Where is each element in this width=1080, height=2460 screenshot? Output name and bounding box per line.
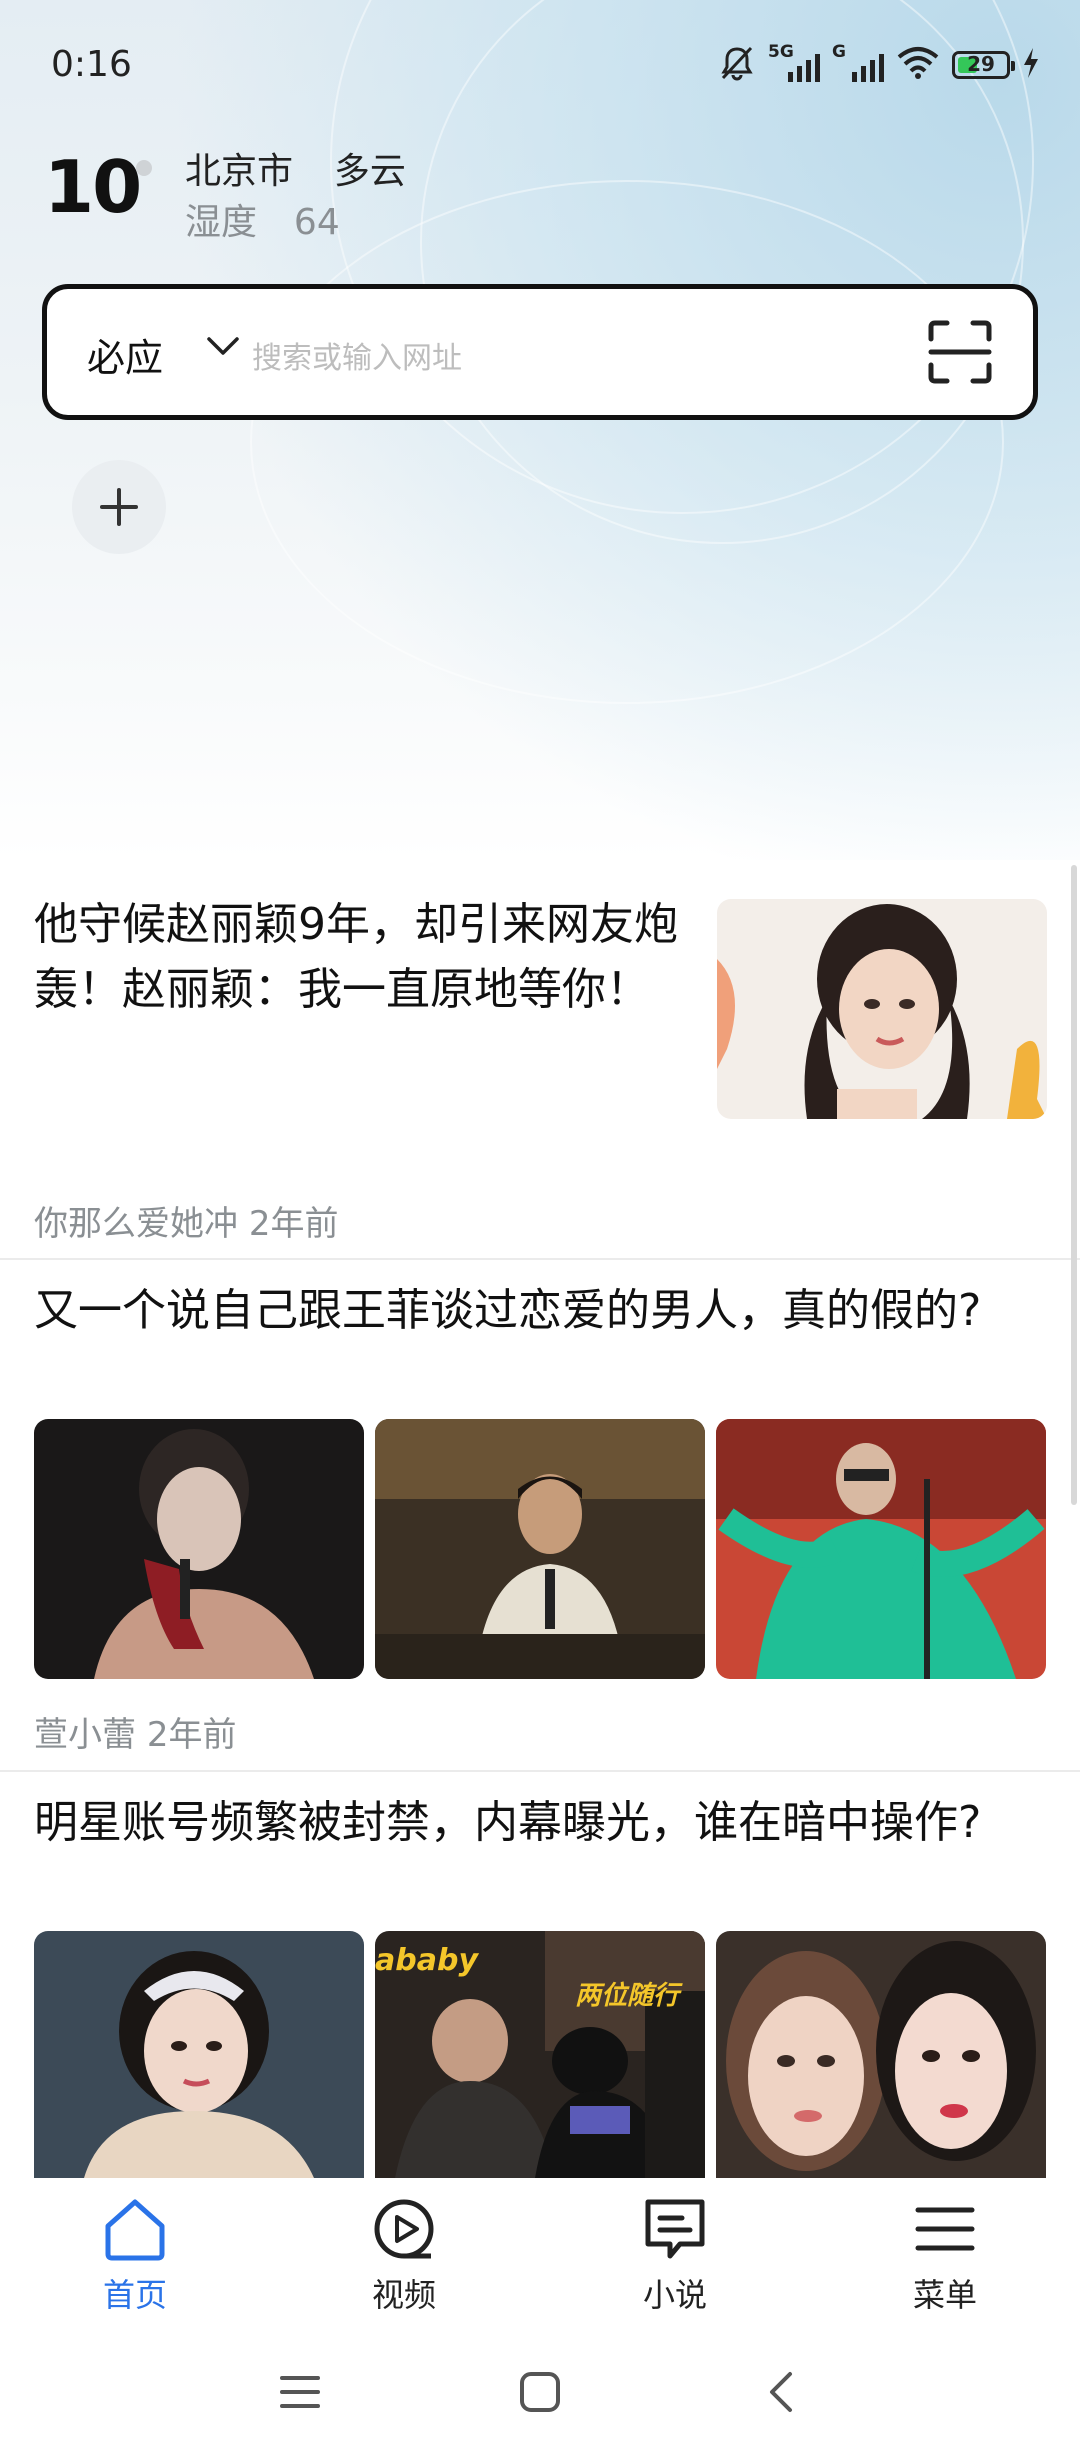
news-title[interactable]: 明星账号频繁被封禁，内幕曝光，谁在暗中操作? (34, 1790, 1044, 1855)
system-navigation-bar (0, 2328, 1080, 2460)
nav-home-label: 首页 (102, 2276, 167, 2314)
news-thumbnail[interactable] (375, 1419, 705, 1679)
scrollbar[interactable] (1071, 865, 1077, 1505)
battery-icon: 29 (952, 51, 1015, 79)
charging-icon (1022, 47, 1040, 83)
news-time: 2年前 (248, 1204, 339, 1244)
news-thumbnail[interactable]: ababy 两位随行 (375, 1931, 705, 2178)
nav-video[interactable]: 视频 (329, 2196, 479, 2316)
wifi-icon (896, 46, 940, 84)
video-icon (374, 2199, 434, 2259)
nav-menu[interactable]: 菜单 (870, 2196, 1020, 2316)
search-engine-selector[interactable]: 必应 (87, 327, 163, 382)
chevron-down-icon[interactable] (205, 331, 241, 365)
nav-novel-label: 小说 (642, 2276, 707, 2314)
scan-icon[interactable] (927, 319, 993, 389)
divider (0, 1258, 1080, 1260)
divider (0, 1770, 1080, 1772)
search-box[interactable]: 必应 搜索或输入网址 (42, 284, 1038, 420)
nav-home[interactable]: 首页 (60, 2196, 210, 2316)
status-icons: 5G G 29 (718, 42, 1040, 88)
search-input[interactable]: 搜索或输入网址 (252, 333, 462, 377)
weather-city: 北京市 (185, 151, 294, 192)
news-thumbnail[interactable] (717, 899, 1047, 1119)
home-icon (105, 2199, 165, 2261)
recent-apps-icon[interactable] (278, 2370, 322, 2418)
novel-icon (645, 2199, 705, 2259)
news-source: 萱小蕾 (34, 1715, 136, 1755)
status-time: 0:16 (51, 44, 132, 85)
humidity-value: 64 (293, 202, 340, 243)
weather-humidity: 湿度 64 (185, 193, 340, 245)
signal-5g-icon: 5G (768, 42, 820, 82)
status-bar: 0:16 5G G 29 (0, 0, 1080, 135)
news-title[interactable]: 他守候赵丽颖9年，却引来网友炮轰！赵丽颖：我一直原地等你！ (34, 892, 694, 1022)
thumbnail-overlay-text: ababy (375, 1943, 478, 1978)
home-button-icon[interactable] (518, 2370, 562, 2418)
humidity-label: 湿度 (185, 202, 258, 243)
weather-condition: 多云 (333, 151, 406, 192)
nav-novel[interactable]: 小说 (600, 2196, 750, 2316)
news-meta: 萱小蕾 2年前 (34, 1707, 236, 1756)
news-title[interactable]: 又一个说自己跟王菲谈过恋爱的男人，真的假的? (34, 1278, 1044, 1343)
signal-g-icon: G (832, 42, 884, 82)
news-thumbnail[interactable] (716, 1419, 1046, 1679)
news-source: 你那么爱她冲 (34, 1204, 238, 1244)
weather-location: 北京市 多云 (185, 142, 406, 194)
back-icon[interactable] (760, 2370, 804, 2418)
news-meta: 你那么爱她冲 2年前 (34, 1196, 338, 1245)
weather-temperature: 10 (44, 145, 142, 229)
news-time: 2年前 (146, 1715, 237, 1755)
menu-icon (915, 2207, 975, 2251)
mute-bell-icon (718, 44, 756, 86)
bottom-navigation: 首页 视频 小说 菜单 (0, 2178, 1080, 2328)
degree-dot (136, 160, 152, 176)
nav-menu-label: 菜单 (912, 2276, 977, 2314)
add-shortcut-button[interactable] (72, 460, 166, 554)
news-thumbnail[interactable] (716, 1931, 1046, 2178)
decor-circle (250, 180, 1004, 704)
thumbnail-overlay-text: 两位随行 (575, 1981, 680, 2011)
news-thumbnail[interactable] (34, 1419, 364, 1679)
news-thumbnail[interactable] (34, 1931, 364, 2178)
nav-video-label: 视频 (371, 2276, 436, 2314)
plus-icon (100, 488, 138, 526)
